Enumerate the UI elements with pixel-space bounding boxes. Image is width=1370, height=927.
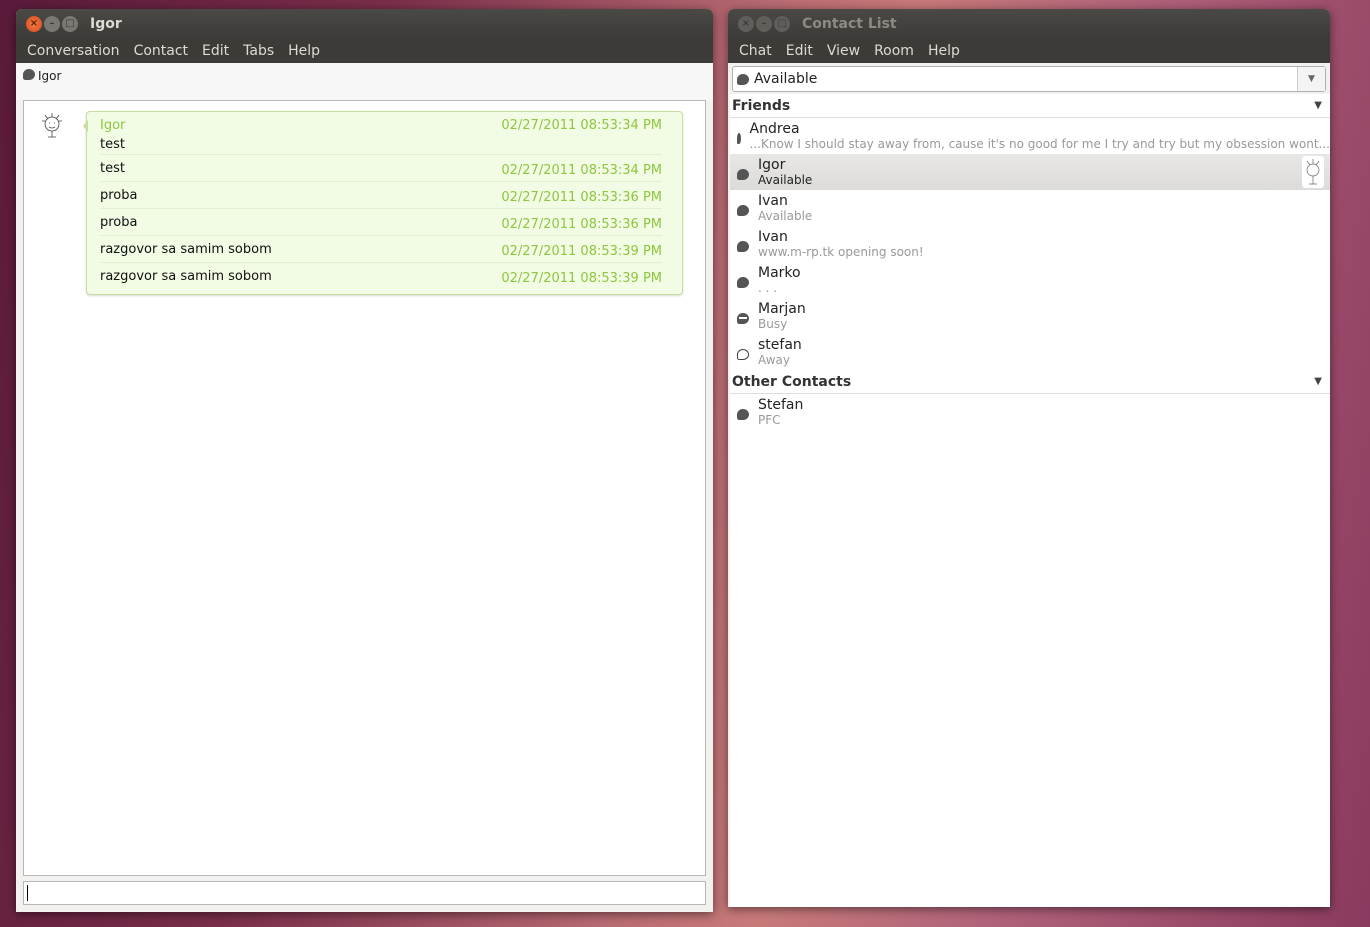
minimize-button[interactable]: –	[44, 15, 60, 32]
contact-status: Busy	[758, 316, 788, 331]
maximize-button[interactable]: □	[62, 15, 78, 32]
expander-icon[interactable]: ▼	[1314, 376, 1322, 387]
contact-status: Available	[758, 172, 813, 187]
message-time: 02/27/2011 08:53:39 PM	[501, 271, 662, 286]
message-row: test 02/27/2011 08:53:34 PM	[100, 155, 662, 182]
group-name: Friends	[732, 97, 791, 114]
expander-icon[interactable]: ▼	[1314, 100, 1322, 111]
contact-list-window: × – □ Contact List Chat Edit View Room H…	[728, 9, 1330, 907]
message-text: test	[100, 160, 125, 176]
contact-item[interactable]: stefan Away	[730, 334, 1330, 370]
available-icon	[737, 204, 749, 216]
presence-selector[interactable]: Available ▼	[732, 66, 1326, 92]
window-title: Igor	[90, 15, 122, 32]
window-title: Contact List	[802, 15, 897, 32]
group-header[interactable]: Other Contacts ▼	[730, 370, 1330, 394]
message-time: 02/27/2011 08:53:39 PM	[501, 243, 662, 259]
message-row: test	[100, 135, 662, 155]
contact-status: ...Know I should stay away from, cause i…	[749, 136, 1330, 151]
text-caret	[27, 885, 28, 901]
maximize-button[interactable]: □	[774, 15, 790, 32]
contact-status: Available	[758, 208, 813, 223]
presence-value: Available	[754, 71, 818, 87]
group-name: Other Contacts	[732, 373, 852, 390]
message-time: 02/27/2011 08:53:34 PM	[501, 162, 662, 178]
message-time: 02/27/2011 08:53:36 PM	[501, 216, 662, 232]
menubar: Conversation Contact Edit Tabs Help	[16, 38, 713, 63]
available-icon	[737, 132, 741, 144]
chevron-down-icon[interactable]: ▼	[1297, 67, 1325, 91]
contact-status: PFC	[758, 412, 781, 427]
contact-name: stefan	[758, 336, 802, 353]
contact-item[interactable]: Stefan PFC	[730, 394, 1330, 430]
chat-window: × – □ Igor Conversation Contact Edit Tab…	[16, 9, 713, 912]
available-icon	[23, 69, 35, 80]
contact-window-titlebar[interactable]: × – □ Contact List	[728, 9, 1330, 38]
conversation-view[interactable]: Igor 02/27/2011 08:53:34 PM test test 02…	[23, 100, 706, 876]
menu-contact[interactable]: Contact	[127, 43, 195, 59]
menu-tabs[interactable]: Tabs	[236, 43, 281, 59]
available-icon	[737, 240, 749, 252]
available-icon	[737, 168, 749, 180]
contact-name: Marko	[758, 264, 801, 281]
close-button[interactable]: ×	[738, 15, 754, 32]
message-sender: Igor	[100, 118, 126, 133]
menu-edit[interactable]: Edit	[195, 43, 236, 59]
contact-list: Friends ▼ Andrea ...Know I should stay aw…	[730, 94, 1330, 907]
message-time: 02/27/2011 08:53:34 PM	[501, 118, 662, 133]
contact-item[interactable]: Marko . . .	[730, 262, 1330, 298]
menu-help[interactable]: Help	[921, 43, 967, 59]
message-row: razgovor sa samim sobom 02/27/2011 08:53…	[100, 263, 662, 290]
contact-item[interactable]: Andrea ...Know I should stay away from, …	[730, 118, 1330, 154]
available-icon	[737, 73, 749, 85]
menu-chat[interactable]: Chat	[732, 43, 779, 59]
available-icon	[737, 408, 749, 420]
menubar: Chat Edit View Room Help	[728, 38, 1330, 63]
message-time: 02/27/2011 08:53:36 PM	[501, 189, 662, 205]
message-row: proba 02/27/2011 08:53:36 PM	[100, 209, 662, 236]
menu-help[interactable]: Help	[281, 43, 327, 59]
contact-name: Igor	[758, 156, 786, 173]
contact-status: Away	[758, 352, 790, 367]
conversation-tab[interactable]: Igor	[16, 63, 713, 100]
minimize-button[interactable]: –	[756, 15, 772, 32]
contact-name: Ivan	[758, 228, 788, 245]
avatar	[1302, 156, 1324, 188]
contact-item[interactable]: Ivan www.m-rp.tk opening soon!	[730, 226, 1330, 262]
contact-item[interactable]: Marjan Busy	[730, 298, 1330, 334]
message-row: proba 02/27/2011 08:53:36 PM	[100, 182, 662, 209]
message-input[interactable]	[23, 881, 706, 905]
contact-name: Stefan	[758, 396, 804, 413]
message-row: razgovor sa samim sobom 02/27/2011 08:53…	[100, 236, 662, 263]
menu-edit[interactable]: Edit	[779, 43, 820, 59]
contact-name: Andrea	[749, 120, 800, 137]
menu-room[interactable]: Room	[867, 43, 921, 59]
message-group: Igor 02/27/2011 08:53:34 PM test test 02…	[83, 111, 683, 295]
message-text: proba	[100, 187, 138, 203]
message-text: razgovor sa samim sobom	[100, 241, 272, 257]
avatar	[42, 113, 62, 138]
group-header[interactable]: Friends ▼	[730, 94, 1330, 118]
message-text: razgovor sa samim sobom	[100, 269, 272, 284]
tab-label: Igor	[38, 69, 62, 83]
close-button[interactable]: ×	[26, 15, 42, 32]
contact-status: www.m-rp.tk opening soon!	[758, 244, 924, 259]
busy-icon	[737, 312, 749, 324]
contact-name: Ivan	[758, 192, 788, 209]
contact-status: . . .	[758, 280, 778, 295]
contact-item[interactable]: Ivan Available	[730, 190, 1330, 226]
chat-window-titlebar[interactable]: × – □ Igor	[16, 9, 713, 38]
contact-name: Marjan	[758, 300, 806, 317]
menu-conversation[interactable]: Conversation	[20, 43, 127, 59]
message-text: test	[100, 137, 125, 152]
available-icon	[737, 276, 749, 288]
menu-view[interactable]: View	[820, 43, 867, 59]
away-icon	[737, 348, 749, 360]
contact-item[interactable]: Igor Available	[730, 154, 1330, 190]
message-text: proba	[100, 214, 138, 230]
